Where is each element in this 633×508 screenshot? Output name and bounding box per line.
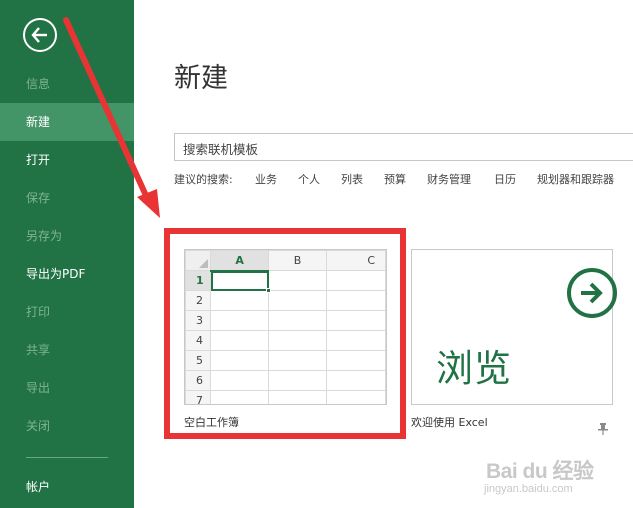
back-button[interactable] (23, 18, 57, 52)
watermark-main-text: Bai du 经验 (486, 460, 594, 483)
search-templates-input[interactable] (174, 133, 633, 161)
nav-item-share[interactable]: 共享 (0, 331, 134, 369)
backstage-sidebar: 信息 新建 打开 保存 另存为 导出为PDF 打印 共享 导出 关闭 帐户 (0, 0, 134, 508)
tour-thumbnail-text: 浏览 (436, 347, 512, 390)
suggested-link-calendar[interactable]: 日历 (494, 171, 516, 187)
nav-item-open[interactable]: 打开 (0, 141, 134, 179)
nav-item-save-as[interactable]: 另存为 (0, 217, 134, 255)
arrow-right-circle-icon (567, 268, 617, 318)
nav-item-account[interactable]: 帐户 (0, 468, 134, 506)
welcome-excel-template[interactable]: 浏览 (411, 249, 617, 405)
suggested-link-business[interactable]: 业务 (255, 171, 277, 187)
nav-item-info[interactable]: 信息 (0, 65, 134, 103)
suggested-link-lists[interactable]: 列表 (341, 171, 363, 187)
baidu-watermark: Bai du 经验 jingyan.baidu.com (478, 449, 633, 508)
suggested-link-finance[interactable]: 财务管理 (427, 171, 471, 187)
suggested-link-budget[interactable]: 预算 (384, 171, 406, 187)
suggested-link-personal[interactable]: 个人 (298, 171, 320, 187)
page-title: 新建 (174, 63, 228, 94)
highlight-frame (164, 228, 406, 439)
back-arrow-icon (31, 27, 47, 43)
nav-item-print[interactable]: 打印 (0, 293, 134, 331)
nav-item-save[interactable]: 保存 (0, 179, 134, 217)
nav-item-new[interactable]: 新建 (0, 103, 134, 141)
nav-item-close[interactable]: 关闭 (0, 407, 134, 445)
suggested-searches-label: 建议的搜索: (174, 173, 233, 186)
sidebar-divider (26, 457, 108, 458)
nav-item-export-pdf[interactable]: 导出为PDF (0, 255, 134, 293)
suggested-link-planner[interactable]: 规划器和跟踪器 (537, 171, 614, 187)
nav-item-export[interactable]: 导出 (0, 369, 134, 407)
watermark-sub-text: jingyan.baidu.com (484, 483, 573, 495)
pin-icon[interactable] (598, 423, 608, 435)
welcome-excel-label[interactable]: 欢迎使用 Excel (411, 414, 488, 430)
